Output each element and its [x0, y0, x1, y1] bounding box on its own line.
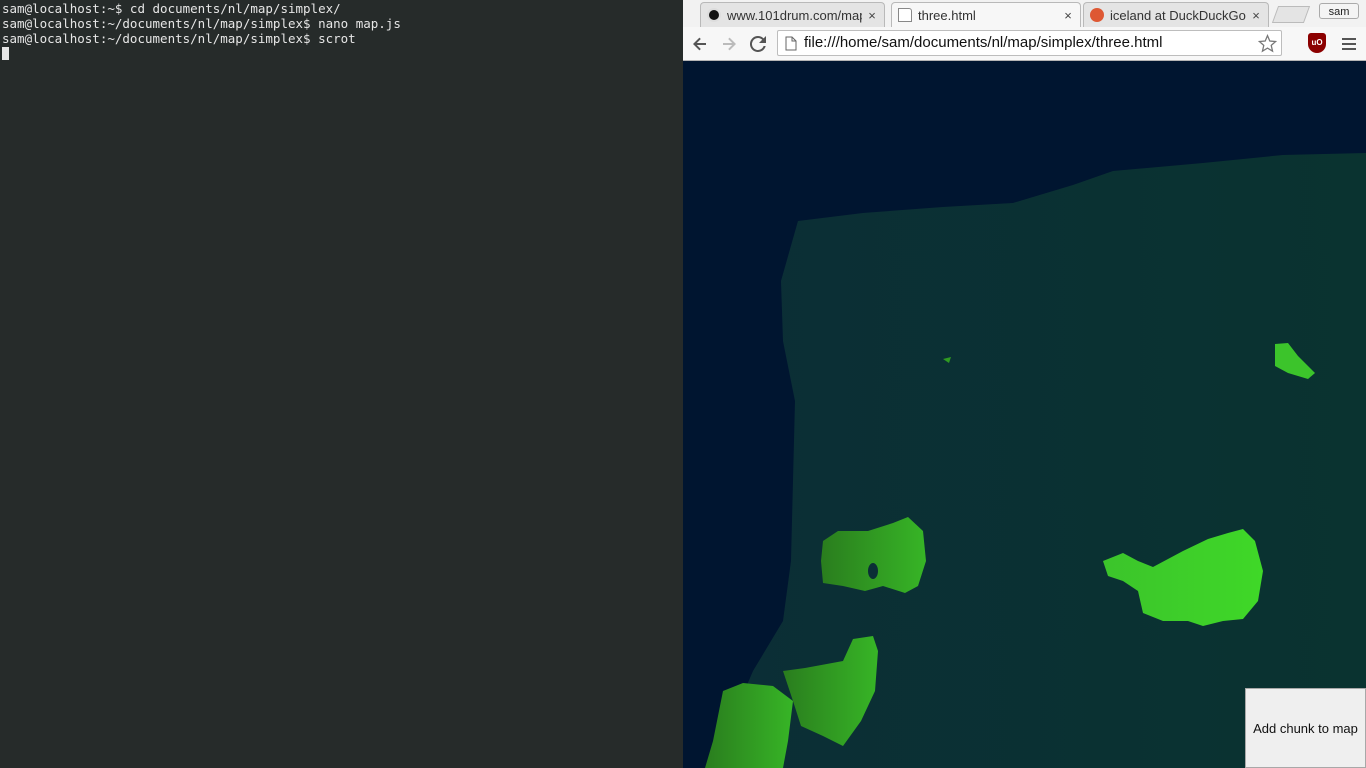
menu-button[interactable] — [1339, 33, 1361, 55]
close-icon[interactable]: × — [866, 8, 878, 23]
terminal-cursor — [2, 47, 9, 60]
new-tab-button[interactable] — [1271, 6, 1311, 23]
hamburger-menu-icon — [1342, 38, 1356, 50]
tab-title: www.101drum.com/map — [727, 7, 862, 23]
page-icon — [785, 36, 797, 51]
map-canvas[interactable] — [683, 61, 1366, 768]
globe-icon — [707, 8, 721, 22]
url-text: file:///home/sam/documents/nl/map/simple… — [804, 34, 1163, 51]
forward-button[interactable] — [718, 33, 740, 55]
tab-101drum[interactable]: www.101drum.com/map × — [700, 2, 885, 27]
island-lake — [868, 563, 878, 579]
tab-duckduckgo[interactable]: iceland at DuckDuckGo × — [1083, 2, 1269, 27]
ublock-extension-icon[interactable]: uO — [1308, 33, 1326, 53]
star-icon — [1258, 34, 1277, 53]
profile-button[interactable]: sam — [1319, 3, 1359, 19]
page-viewport: Add chunk to map — [683, 61, 1366, 768]
arrow-left-icon — [693, 37, 706, 51]
terminal-window[interactable]: sam@localhost:~$ cd documents/nl/map/sim… — [0, 0, 683, 768]
document-icon — [898, 8, 912, 22]
tab-title: three.html — [918, 7, 976, 23]
tab-strip: www.101drum.com/map × three.html × icela… — [683, 0, 1366, 27]
terminal-line: sam@localhost:~/documents/nl/map/simplex… — [2, 16, 401, 31]
reload-icon — [750, 36, 766, 52]
tab-title: iceland at DuckDuckGo — [1110, 7, 1246, 23]
close-icon[interactable]: × — [1062, 8, 1074, 23]
address-bar[interactable]: file:///home/sam/documents/nl/map/simple… — [777, 30, 1282, 56]
terminal-prompt-line[interactable] — [2, 46, 683, 61]
browser-toolbar: file:///home/sam/documents/nl/map/simple… — [683, 27, 1366, 61]
tab-three-html[interactable]: three.html × — [891, 2, 1081, 27]
back-button[interactable] — [689, 33, 711, 55]
terminal-line: sam@localhost:~/documents/nl/map/simplex… — [2, 31, 356, 46]
close-icon[interactable]: × — [1250, 8, 1262, 23]
terminal-line: sam@localhost:~$ cd documents/nl/map/sim… — [2, 1, 341, 16]
browser-window: www.101drum.com/map × three.html × icela… — [683, 0, 1366, 768]
duckduckgo-icon — [1090, 8, 1104, 22]
arrow-right-icon — [723, 37, 736, 51]
reload-button[interactable] — [747, 33, 769, 55]
add-chunk-button[interactable]: Add chunk to map — [1245, 688, 1366, 768]
